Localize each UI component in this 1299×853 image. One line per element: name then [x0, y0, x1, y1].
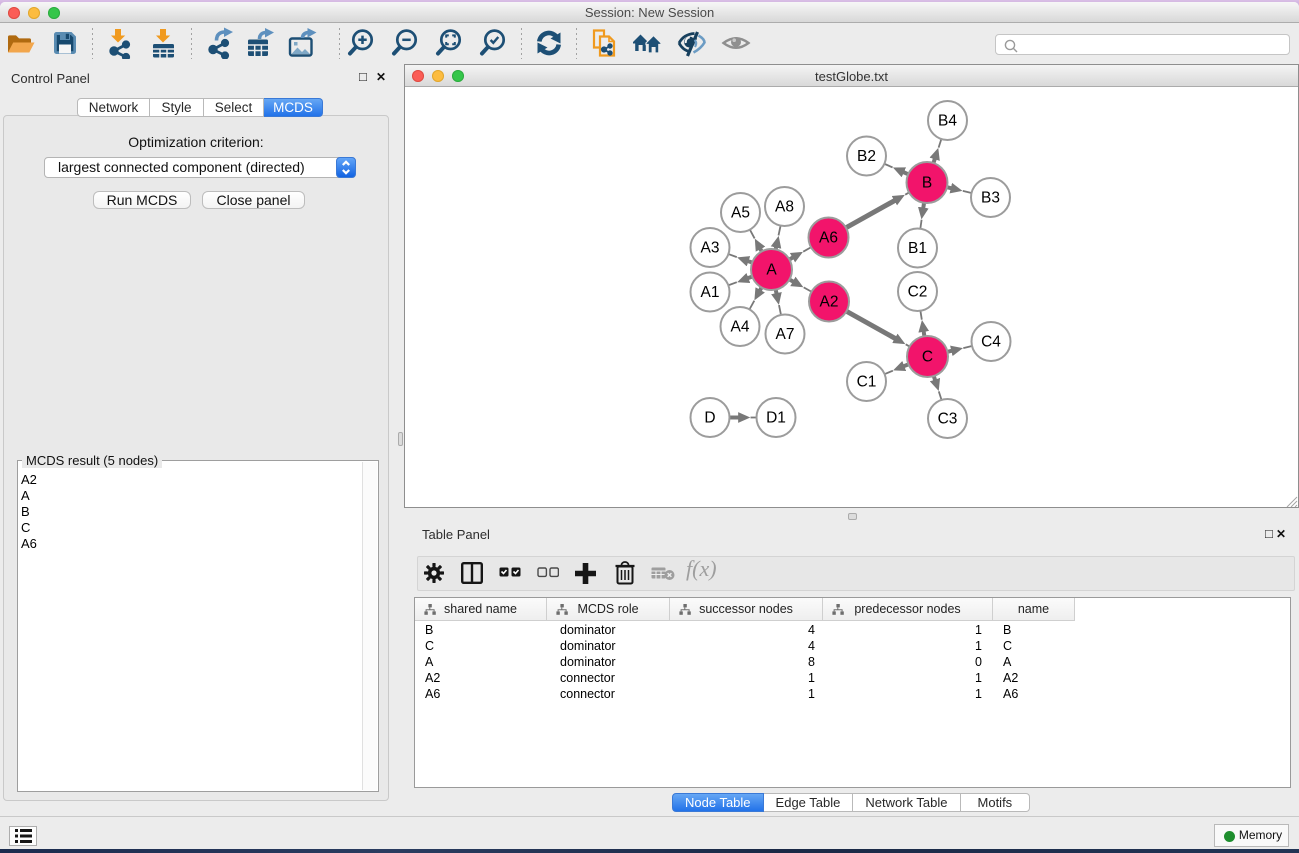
svg-text:D: D: [704, 410, 715, 427]
svg-text:A7: A7: [776, 326, 795, 343]
svg-text:B4: B4: [938, 113, 957, 130]
svg-text:B1: B1: [908, 240, 927, 257]
svg-text:C1: C1: [857, 374, 877, 391]
svg-text:B3: B3: [981, 190, 1000, 207]
svg-text:A8: A8: [775, 199, 794, 216]
svg-text:A5: A5: [731, 205, 750, 222]
svg-text:B: B: [922, 175, 932, 192]
svg-text:A6: A6: [819, 230, 838, 247]
svg-text:C4: C4: [981, 334, 1001, 351]
svg-text:D1: D1: [766, 410, 786, 427]
svg-text:A2: A2: [820, 294, 839, 311]
svg-text:C3: C3: [938, 411, 958, 428]
svg-text:A4: A4: [731, 319, 750, 336]
svg-text:A1: A1: [701, 284, 720, 301]
svg-text:A3: A3: [701, 240, 720, 257]
svg-text:C: C: [922, 349, 933, 366]
svg-text:C2: C2: [908, 284, 928, 301]
svg-text:B2: B2: [857, 148, 876, 165]
svg-text:A: A: [766, 262, 777, 279]
